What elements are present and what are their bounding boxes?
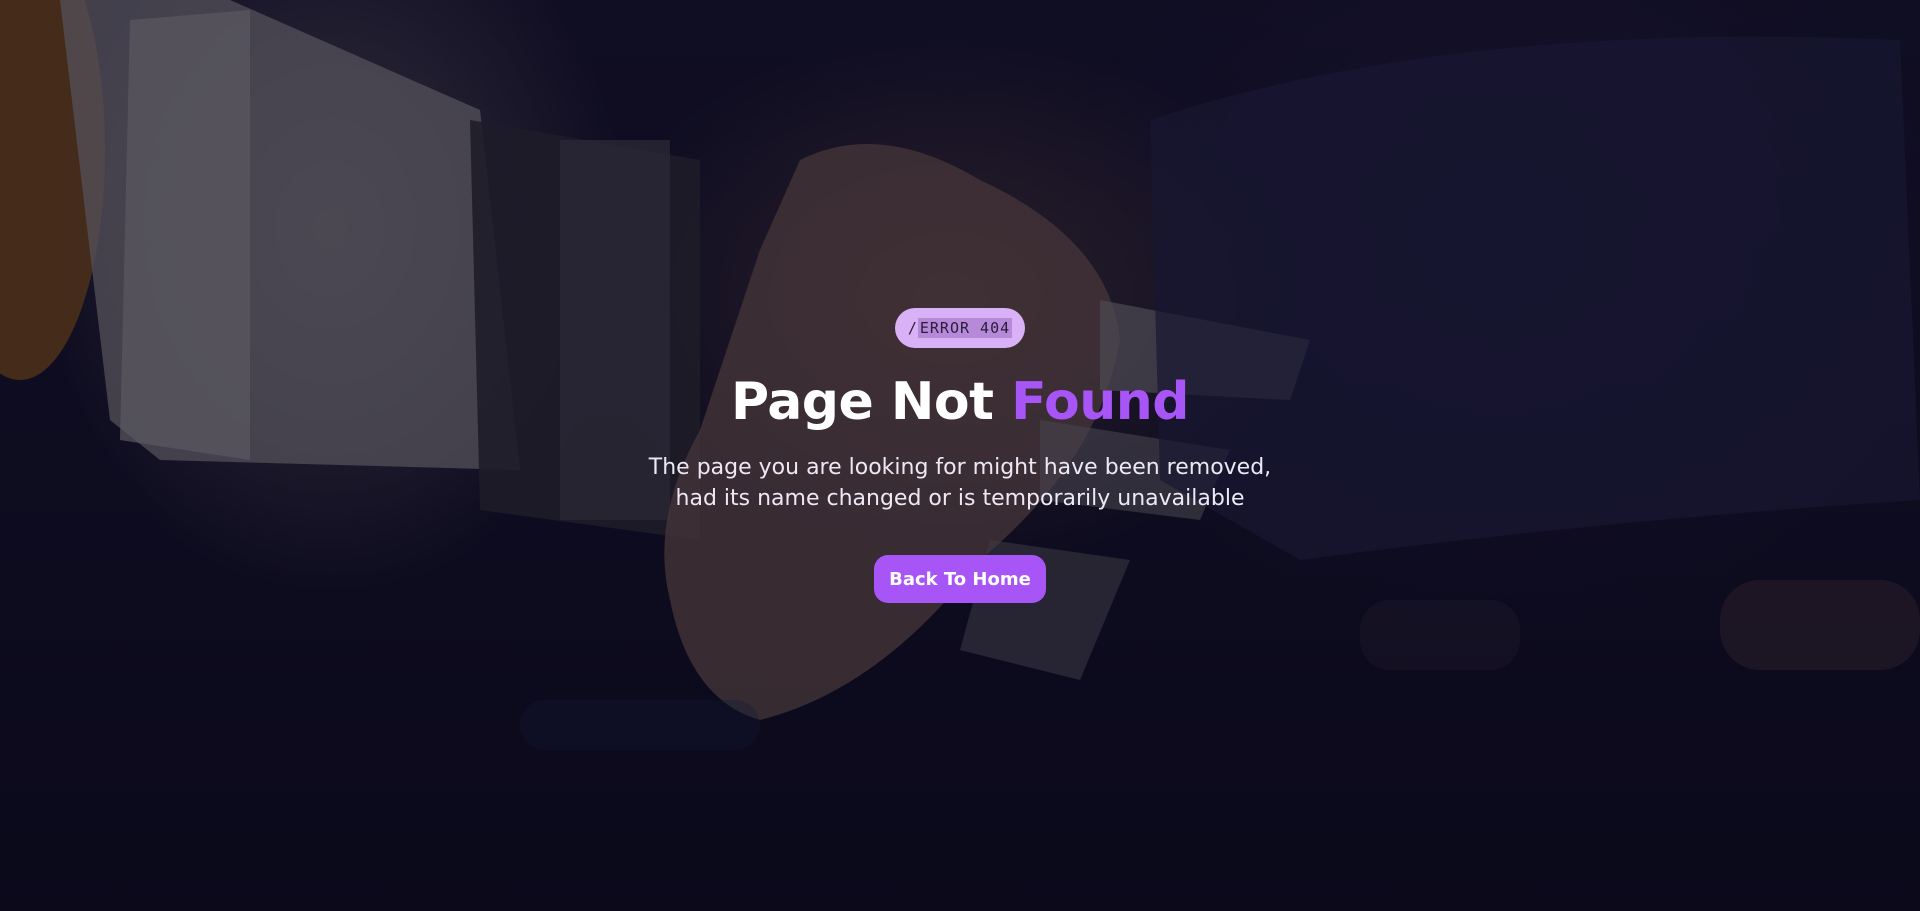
error-badge: / ERROR 404 [895,308,1025,348]
hero-section: / ERROR 404 Page Not Found The page you a… [0,0,1920,911]
description-line-1: The page you are looking for might have … [648,455,1272,480]
page-title: Page Not Found [0,372,1920,432]
page-title-main: Page Not [730,372,1012,432]
badge-prefix: / [907,319,918,337]
description-line-2: had its name changed or is temporarily u… [675,486,1245,511]
page-title-accent: Found [1011,372,1189,432]
error-content: / ERROR 404 Page Not Found The page you a… [0,0,1920,911]
back-to-home-button[interactable]: Back To Home [874,555,1046,603]
error-code: ERROR 404 [917,318,1013,338]
error-description: The page you are looking for might have … [560,452,1360,514]
